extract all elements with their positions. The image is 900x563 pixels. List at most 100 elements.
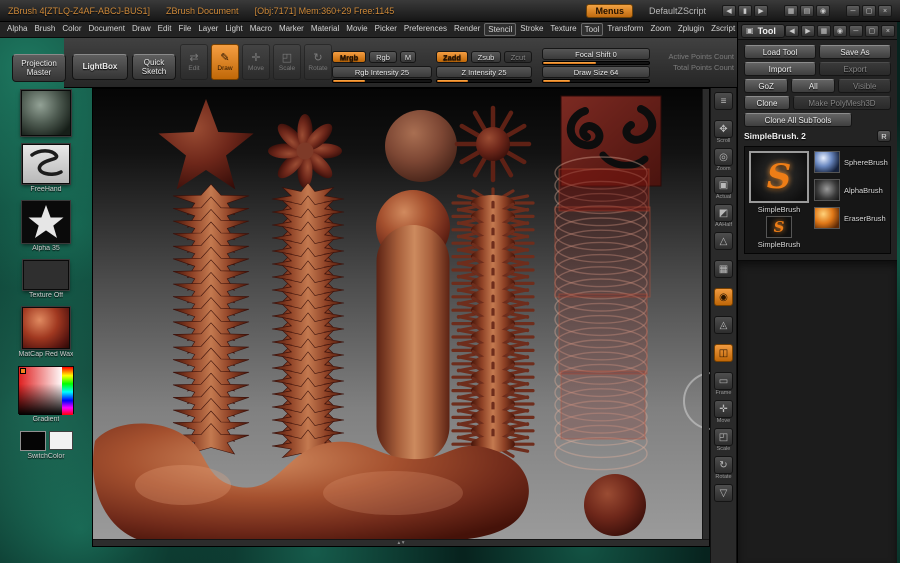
tool-thumb-simplebrush[interactable]: S [766,216,792,238]
load-tool-button[interactable]: Load Tool [744,45,816,59]
make-polymesh3d-button[interactable]: Make PolyMesh3D [793,96,891,110]
menu-item[interactable]: Texture [547,23,579,36]
restore-config-button[interactable]: R [877,130,891,142]
menu-item[interactable]: Light [222,23,245,36]
menu-item[interactable]: Render [451,23,483,36]
aahalf-icon[interactable]: ◩ AAHalf [714,204,733,229]
mode-button[interactable]: ✎ Draw [211,44,239,80]
menu-item[interactable]: Stencil [484,23,517,36]
tray-window-icon[interactable]: × [880,24,895,37]
menu-item[interactable]: Layer [195,23,221,36]
floor-icon[interactable]: ▦ [714,260,733,285]
tool-thumb-eraserbrush[interactable]: EraserBrush [814,207,886,229]
tray-window-icon[interactable]: ▢ [864,24,879,37]
titlebar-tool-icon[interactable]: ◉ [816,4,830,17]
save-as-button[interactable]: Save As [819,45,891,59]
scale-icon[interactable]: ◰ Scale [714,428,733,453]
mode-button[interactable]: ↻ Rotate [304,44,332,80]
main-color-swatch[interactable] [19,431,46,451]
tray-window-icon[interactable]: ▶ [800,24,815,37]
rgb-intensity-slider[interactable]: Rgb Intensity 25 [332,66,432,78]
brush-preview-swatch[interactable] [21,90,71,136]
rgb-button[interactable]: Rgb [369,51,397,63]
persp-icon[interactable]: △ [714,232,733,257]
export-button[interactable]: Export [819,62,891,76]
switch-color[interactable]: SwitchColor [19,431,73,460]
solo-icon[interactable]: ◫ [714,344,733,369]
nav-arrow-icon[interactable]: ▶ [754,4,768,17]
menus-button[interactable]: Menus [586,3,633,18]
window-control-icon[interactable]: ▢ [862,4,876,17]
secondary-color-swatch[interactable] [48,431,73,450]
menu-item[interactable]: Brush [31,23,58,36]
tool-thumb-alphabrush[interactable]: AlphaBrush [814,179,883,201]
nav-arrow-icon[interactable]: ▮ [738,4,752,17]
canvas-vscrollbar[interactable] [702,89,709,546]
clone-button[interactable]: Clone [744,96,790,110]
stroke-swatch[interactable]: FreeHand [22,144,70,193]
tool-palette-header[interactable]: ▣ Tool [741,23,785,38]
menu-item[interactable]: Zoom [647,23,673,36]
clone-all-subtools-button[interactable]: Clone All SubTools [744,113,852,127]
menu-item[interactable]: Material [308,23,342,36]
menu-item[interactable]: Preferences [401,23,450,36]
saturation-square[interactable] [19,367,63,415]
zsub-button[interactable]: Zsub [471,51,501,63]
zscript-selector[interactable]: DefaultZScript [649,6,706,16]
draw-size-track[interactable] [542,79,650,83]
menu-item[interactable]: Zscript [708,23,738,36]
hue-strip[interactable] [62,367,73,415]
menu-item[interactable]: Draw [129,23,154,36]
window-control-icon[interactable]: × [878,4,892,17]
actual-icon[interactable]: ▣ Actual [714,176,733,201]
move-icon[interactable]: ✛ Move [714,400,733,425]
lsym-icon[interactable]: ◬ [714,316,733,341]
menu-item[interactable]: Macro [247,23,275,36]
menu-item[interactable]: Transform [604,23,646,36]
tray-window-icon[interactable]: ◉ [832,24,847,37]
tray-window-icon[interactable]: ─ [848,24,863,37]
rgb-intensity-track[interactable] [332,79,432,83]
color-picker[interactable]: Gradient [18,366,74,423]
document-canvas[interactable]: ▴ ▾ [92,88,711,547]
import-button[interactable]: Import [744,62,816,76]
m-button[interactable]: M [400,51,416,63]
tray-window-icon[interactable]: ▦ [816,24,831,37]
menu-item[interactable]: File [175,23,194,36]
zoom-icon[interactable]: ◎ Zoom [714,148,733,173]
dock-icon[interactable]: ▽ [714,484,733,509]
menu-item[interactable]: Picker [372,23,400,36]
goz-visible-button[interactable]: Visible [838,79,891,93]
menu-item[interactable]: Marker [276,23,307,36]
scroll-icon[interactable]: ✥ Scroll [714,120,733,145]
titlebar-tool-icon[interactable]: ▦ [784,4,798,17]
focal-shift-track[interactable] [542,61,650,65]
menu-item[interactable]: Zplugin [675,23,707,36]
tool-thumb-simplebrush-selected[interactable]: S [749,151,809,203]
menu-item[interactable]: Color [59,23,84,36]
menu-item[interactable]: Document [86,23,128,36]
texture-swatch[interactable]: Texture Off [23,260,69,299]
mode-button[interactable]: ◰ Scale [273,44,301,80]
rotate-icon[interactable]: ↻ Rotate [714,456,733,481]
mode-button[interactable]: ⇄ Edit [180,44,208,80]
focal-shift-slider[interactable]: Focal Shift 0 [542,48,650,60]
local-icon[interactable]: ◉ [714,288,733,313]
draw-size-slider[interactable]: Draw Size 64 [542,66,650,78]
material-swatch[interactable]: MatCap Red Wax [19,307,73,358]
window-control-icon[interactable]: ─ [846,4,860,17]
mrgb-button[interactable]: Mrgb [332,51,366,63]
canvas-hscrollbar[interactable]: ▴ ▾ [93,539,709,546]
lightbox-button[interactable]: LightBox [72,54,128,80]
z-intensity-track[interactable] [436,79,532,83]
goz-all-button[interactable]: All [791,79,836,93]
menu-item[interactable]: Alpha [4,23,30,36]
menu-item[interactable]: Edit [155,23,175,36]
frame-icon[interactable]: ▭ Frame [714,372,733,397]
tool-thumb-spherebrush[interactable]: SphereBrush [814,151,888,173]
menu-item[interactable]: Stroke [517,23,546,36]
shelf-divider-icon[interactable]: ≡ [714,92,733,117]
projection-master-button[interactable]: Projection Master [12,54,66,82]
goz-button[interactable]: GoZ [744,79,789,93]
z-intensity-slider[interactable]: Z Intensity 25 [436,66,532,78]
